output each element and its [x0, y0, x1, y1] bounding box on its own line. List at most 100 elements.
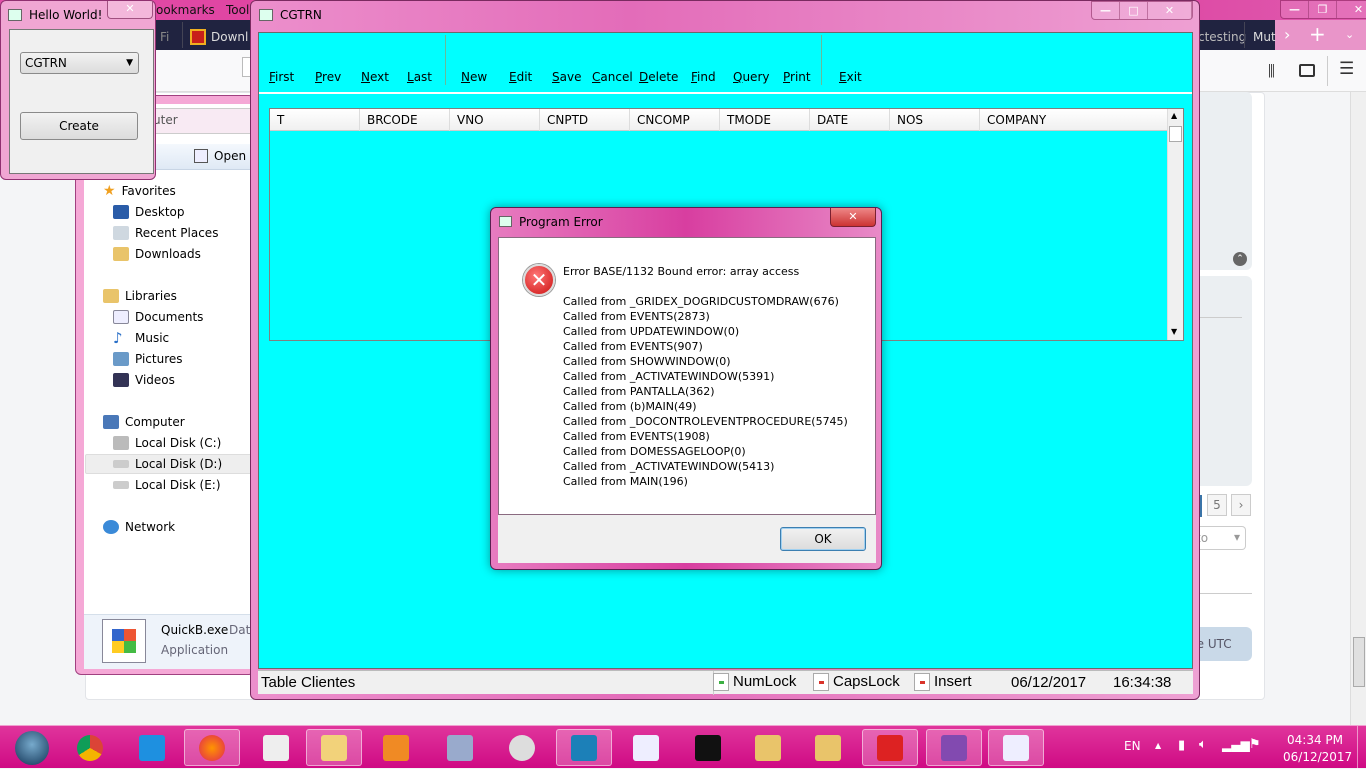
close-button[interactable]: ✕ [1337, 1, 1366, 18]
scroll-up-icon[interactable]: ▲ [1171, 111, 1177, 120]
taskbar-folder-button[interactable] [740, 729, 796, 766]
action-center-flag-icon[interactable]: ⚑ [1249, 737, 1261, 752]
column-header-brcode[interactable]: BRCODE [360, 109, 450, 131]
taskbar-disc-burner-button[interactable] [494, 729, 550, 766]
column-header-nos[interactable]: NOS [890, 109, 980, 131]
taskbar-document-viewer-button[interactable] [248, 729, 304, 766]
taskbar-command-prompt-button[interactable] [680, 729, 736, 766]
taskbar-firefox-button[interactable] [184, 729, 240, 766]
new-button[interactable]: New [461, 70, 487, 84]
prev-button[interactable]: Prev [315, 70, 341, 84]
taskbar-media-player-button[interactable] [368, 729, 424, 766]
taskbar-hmg-ide-button[interactable] [556, 729, 612, 766]
application-icon [102, 619, 146, 663]
tab[interactable]: Downl [211, 30, 248, 44]
clock-date[interactable]: 06/12/2017 [1283, 750, 1352, 764]
column-header-vno[interactable]: VNO [450, 109, 540, 131]
nav-desktop[interactable]: Desktop [113, 202, 185, 222]
grid-header: T BRCODE VNO CNPTD CNCOMP TMODE DATE NOS… [270, 109, 1167, 131]
nav-label: Local Disk (C:) [135, 436, 222, 450]
next-button[interactable]: Next [361, 70, 389, 84]
maximize-button[interactable]: □ [1120, 2, 1148, 19]
taskbar-calculator-button[interactable] [432, 729, 488, 766]
details-pane: QuickB.exe Date Application [84, 614, 258, 669]
close-button[interactable]: ✕ [1148, 2, 1192, 19]
taskbar-winrar-button[interactable] [926, 729, 982, 766]
nav-favorites[interactable]: ★ Favorites [103, 181, 176, 201]
column-header-t[interactable]: T [270, 109, 360, 131]
menu-bookmarks[interactable]: ookmarks [156, 3, 215, 17]
close-button[interactable]: ✕ [830, 208, 876, 227]
nav-videos[interactable]: Videos [113, 370, 175, 390]
delete-button[interactable]: Delete [639, 70, 678, 84]
tab-scroll-right-icon[interactable]: › [1284, 25, 1290, 44]
nav-disk-c[interactable]: Local Disk (C:) [113, 433, 221, 453]
page-scrollbar[interactable] [1350, 92, 1366, 725]
nav-downloads[interactable]: Downloads [113, 244, 201, 264]
tab-list-icon[interactable]: ⌄ [1345, 28, 1354, 41]
print-button[interactable]: Print [783, 70, 811, 84]
volume-icon[interactable]: 🔈︎ [1199, 737, 1207, 752]
collapse-icon[interactable]: ⌃ [1233, 252, 1247, 266]
tab[interactable]: Mut [1253, 30, 1276, 44]
taskbar-app-window-button[interactable] [988, 729, 1044, 766]
open-button[interactable]: Open [214, 149, 246, 163]
taskbar-folder-button[interactable] [800, 729, 856, 766]
menu-tools[interactable]: Tool [226, 3, 249, 17]
new-tab-icon[interactable]: + [1309, 22, 1326, 46]
minimize-button[interactable]: — [1281, 1, 1309, 18]
taskbar-app-window-button[interactable] [618, 729, 674, 766]
taskbar-chrome-button[interactable] [62, 729, 118, 766]
nav-libraries[interactable]: Libraries [103, 286, 177, 306]
network-signal-icon[interactable]: ▂▄▆ [1222, 738, 1250, 752]
taskbar-c-app-button[interactable] [862, 729, 918, 766]
tab[interactable]: ctesting [1198, 30, 1246, 44]
exit-button[interactable]: Exit [839, 70, 862, 84]
nav-network[interactable]: Network [103, 517, 175, 537]
nav-music[interactable]: ♪ Music [113, 328, 169, 348]
nav-pictures[interactable]: Pictures [113, 349, 183, 369]
query-button[interactable]: Query [733, 70, 769, 84]
restore-button[interactable]: ❐ [1309, 1, 1337, 18]
show-hidden-icons[interactable]: ▲ [1155, 741, 1161, 750]
form-select[interactable]: CGTRN ▼ [20, 52, 139, 74]
cancel-button[interactable]: Cancel [592, 70, 633, 84]
column-header-cncomp[interactable]: CNCOMP [630, 109, 720, 131]
find-button[interactable]: Find [691, 70, 716, 84]
clock-time[interactable]: 04:34 PM [1287, 733, 1343, 747]
minimize-button[interactable]: — [1092, 2, 1120, 19]
page-5-button[interactable]: 5 [1207, 494, 1227, 516]
show-desktop-button[interactable] [1357, 726, 1366, 769]
nav-documents[interactable]: Documents [113, 307, 203, 327]
save-button[interactable]: Save [552, 70, 581, 84]
column-header-date[interactable]: DATE [810, 109, 890, 131]
tab[interactable]: Fi [160, 30, 169, 44]
nav-disk-e[interactable]: Local Disk (E:) [113, 475, 221, 495]
last-button[interactable]: Last [407, 70, 432, 84]
sidebar-icon[interactable] [1299, 64, 1315, 77]
column-header-tmode[interactable]: TMODE [720, 109, 810, 131]
next-page-button[interactable]: › [1231, 494, 1251, 516]
scroll-down-icon[interactable]: ▼ [1171, 327, 1177, 336]
close-button[interactable]: ✕ [107, 1, 153, 19]
taskbar-file-explorer-button[interactable] [306, 729, 362, 766]
taskbar-start-button[interactable] [4, 729, 60, 766]
language-indicator[interactable]: EN [1124, 739, 1141, 753]
nav-computer[interactable]: Computer [103, 412, 185, 432]
edit-button[interactable]: Edit [509, 70, 532, 84]
status-time: 16:34:38 [1113, 674, 1172, 691]
ok-button[interactable]: OK [780, 527, 866, 551]
grid-scrollbar[interactable]: ▲ ▼ [1167, 109, 1183, 340]
menu-icon[interactable]: ☰ [1339, 59, 1354, 79]
scrollbar-thumb[interactable] [1169, 126, 1182, 142]
nav-disk-d[interactable]: Local Disk (D:) [113, 454, 222, 474]
taskbar-internet-explorer-button[interactable] [124, 729, 180, 766]
create-button[interactable]: Create [20, 112, 138, 140]
first-button[interactable]: First [269, 70, 294, 84]
scrollbar-thumb[interactable] [1353, 637, 1365, 687]
column-header-cnptd[interactable]: CNPTD [540, 109, 630, 131]
library-icon[interactable]: ⫼ [1268, 62, 1275, 80]
nav-recent-places[interactable]: Recent Places [113, 223, 218, 243]
column-header-company[interactable]: COMPANY [980, 109, 1167, 131]
power-icon[interactable]: ▮ [1178, 738, 1185, 753]
